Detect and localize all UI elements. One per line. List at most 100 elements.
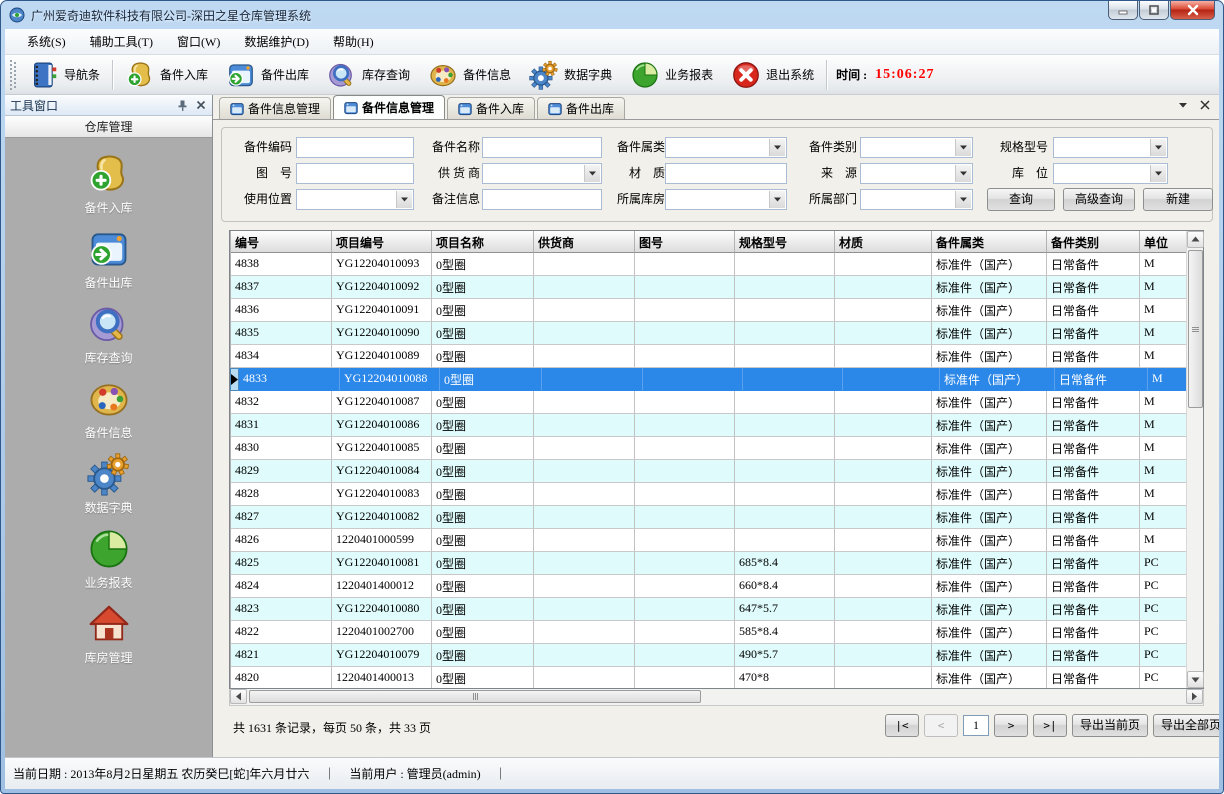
column-header-3[interactable]: 供货商 (534, 231, 635, 253)
table-cell[interactable]: 标准件（国产） (932, 414, 1047, 437)
table-cell[interactable]: 1220401002700 (332, 621, 432, 644)
table-cell[interactable] (534, 460, 635, 483)
toolbar-button-report[interactable]: 业务报表 (621, 57, 722, 93)
table-cell[interactable]: YG12204010090 (332, 322, 432, 345)
menu-item-1[interactable]: 辅助工具(T) (78, 29, 165, 54)
toolbar-button-data-dict[interactable]: 数据字典 (520, 57, 621, 93)
table-cell[interactable] (835, 253, 932, 276)
table-cell[interactable]: 日常备件 (1047, 253, 1140, 276)
table-cell[interactable]: M (1140, 299, 1186, 322)
table-cell[interactable] (735, 345, 835, 368)
table-cell[interactable]: 4832 (231, 391, 332, 414)
table-cell[interactable] (534, 299, 635, 322)
table-cell[interactable]: 标准件（国产） (932, 644, 1047, 667)
table-cell[interactable]: 日常备件 (1047, 414, 1140, 437)
chevron-down-icon[interactable] (955, 191, 971, 208)
table-row[interactable]: 482412204014000120型圈660*8.4标准件（国产）日常备件PC (230, 575, 1186, 598)
table-cell[interactable] (835, 437, 932, 460)
form-select-3[interactable] (860, 137, 973, 158)
table-cell[interactable]: 标准件（国产） (932, 529, 1047, 552)
table-cell[interactable]: 日常备件 (1047, 460, 1140, 483)
table-cell[interactable] (835, 391, 932, 414)
table-cell[interactable] (534, 506, 635, 529)
table-cell[interactable]: M (1140, 460, 1186, 483)
sidebar-item-home[interactable]: 库房管理 (49, 602, 169, 666)
table-cell[interactable]: 4824 (231, 575, 332, 598)
table-cell[interactable] (735, 276, 835, 299)
tab-list-dropdown-icon[interactable] (1177, 99, 1189, 111)
table-cell[interactable]: 685*8.4 (735, 552, 835, 575)
advanced-query-button[interactable]: 高级查询 (1063, 188, 1135, 211)
table-cell[interactable]: 0型圈 (432, 506, 534, 529)
table-cell[interactable] (835, 552, 932, 575)
table-cell[interactable] (635, 299, 735, 322)
table-cell[interactable]: PC (1140, 575, 1186, 598)
table-cell[interactable] (635, 575, 735, 598)
table-cell[interactable] (635, 529, 735, 552)
table-cell[interactable]: 日常备件 (1047, 483, 1140, 506)
column-header-1[interactable]: 项目编号 (332, 231, 432, 253)
table-cell[interactable]: YG12204010093 (332, 253, 432, 276)
table-cell[interactable]: YG12204010079 (332, 644, 432, 667)
toolbar-button-parts-in[interactable]: 备件入库 (116, 57, 217, 93)
form-select-8[interactable] (860, 163, 973, 184)
table-cell[interactable]: 4834 (231, 345, 332, 368)
form-input-11[interactable] (482, 189, 602, 210)
table-cell[interactable]: YG12204010092 (332, 276, 432, 299)
menu-item-3[interactable]: 数据维护(D) (232, 29, 321, 54)
table-cell[interactable] (542, 368, 643, 391)
form-select-4[interactable] (1053, 137, 1168, 158)
pin-icon[interactable] (176, 99, 189, 112)
table-cell[interactable] (534, 667, 635, 688)
table-cell[interactable]: 585*8.4 (735, 621, 835, 644)
table-cell[interactable]: M (1140, 506, 1186, 529)
table-cell[interactable] (635, 506, 735, 529)
table-cell[interactable] (643, 368, 743, 391)
toolbar-button-parts-info[interactable]: 备件信息 (419, 57, 520, 93)
table-cell[interactable]: M (1140, 437, 1186, 460)
table-cell[interactable]: M (1140, 391, 1186, 414)
table-cell[interactable]: 日常备件 (1047, 322, 1140, 345)
table-cell[interactable]: 标准件（国产） (932, 598, 1047, 621)
export-current-page-button[interactable]: 导出当前页 (1072, 714, 1148, 737)
table-cell[interactable]: 0型圈 (432, 460, 534, 483)
table-cell[interactable]: 647*5.7 (735, 598, 835, 621)
sidebar-group-header[interactable]: 仓库管理 (5, 116, 212, 138)
table-cell[interactable] (534, 575, 635, 598)
form-input-7[interactable] (665, 163, 787, 184)
new-button[interactable]: 新建 (1143, 188, 1213, 211)
table-cell[interactable] (843, 368, 940, 391)
table-cell[interactable]: 1220401000599 (332, 529, 432, 552)
table-cell[interactable]: M (1140, 345, 1186, 368)
table-cell[interactable]: 0型圈 (432, 253, 534, 276)
sidebar-item-stock-query[interactable]: 库存查询 (49, 302, 169, 366)
chevron-down-icon[interactable] (396, 191, 412, 208)
table-cell[interactable]: 1220401400013 (332, 667, 432, 688)
table-cell[interactable]: 日常备件 (1047, 621, 1140, 644)
table-cell[interactable]: 日常备件 (1047, 644, 1140, 667)
chevron-down-icon[interactable] (1150, 139, 1166, 156)
table-cell[interactable]: PC (1140, 552, 1186, 575)
table-cell[interactable]: 日常备件 (1047, 598, 1140, 621)
table-cell[interactable]: 标准件（国产） (932, 276, 1047, 299)
tab-1-active[interactable]: 备件信息管理 (333, 95, 445, 119)
table-cell[interactable]: 470*8 (735, 667, 835, 688)
table-cell[interactable]: 0型圈 (432, 644, 534, 667)
form-input-0[interactable] (296, 137, 414, 158)
table-cell[interactable]: M (1140, 253, 1186, 276)
table-cell[interactable]: 4835 (231, 322, 332, 345)
table-cell[interactable]: 0型圈 (432, 391, 534, 414)
table-cell[interactable]: 0型圈 (432, 483, 534, 506)
table-cell[interactable]: YG12204010088 (340, 368, 440, 391)
table-cell[interactable] (534, 598, 635, 621)
table-cell[interactable]: 标准件（国产） (932, 391, 1047, 414)
table-cell[interactable] (635, 598, 735, 621)
table-cell[interactable]: PC (1140, 667, 1186, 688)
toolbar-button-parts-out[interactable]: 备件出库 (217, 57, 318, 93)
table-row[interactable]: 4838YG122040100930型圈标准件（国产）日常备件M (230, 253, 1186, 276)
toolbar-button-exit[interactable]: 退出系统 (722, 57, 823, 93)
chevron-down-icon[interactable] (1150, 165, 1166, 182)
table-cell[interactable] (735, 529, 835, 552)
form-input-1[interactable] (482, 137, 602, 158)
toolbar-button-navbar[interactable]: 导航条 (20, 57, 109, 93)
